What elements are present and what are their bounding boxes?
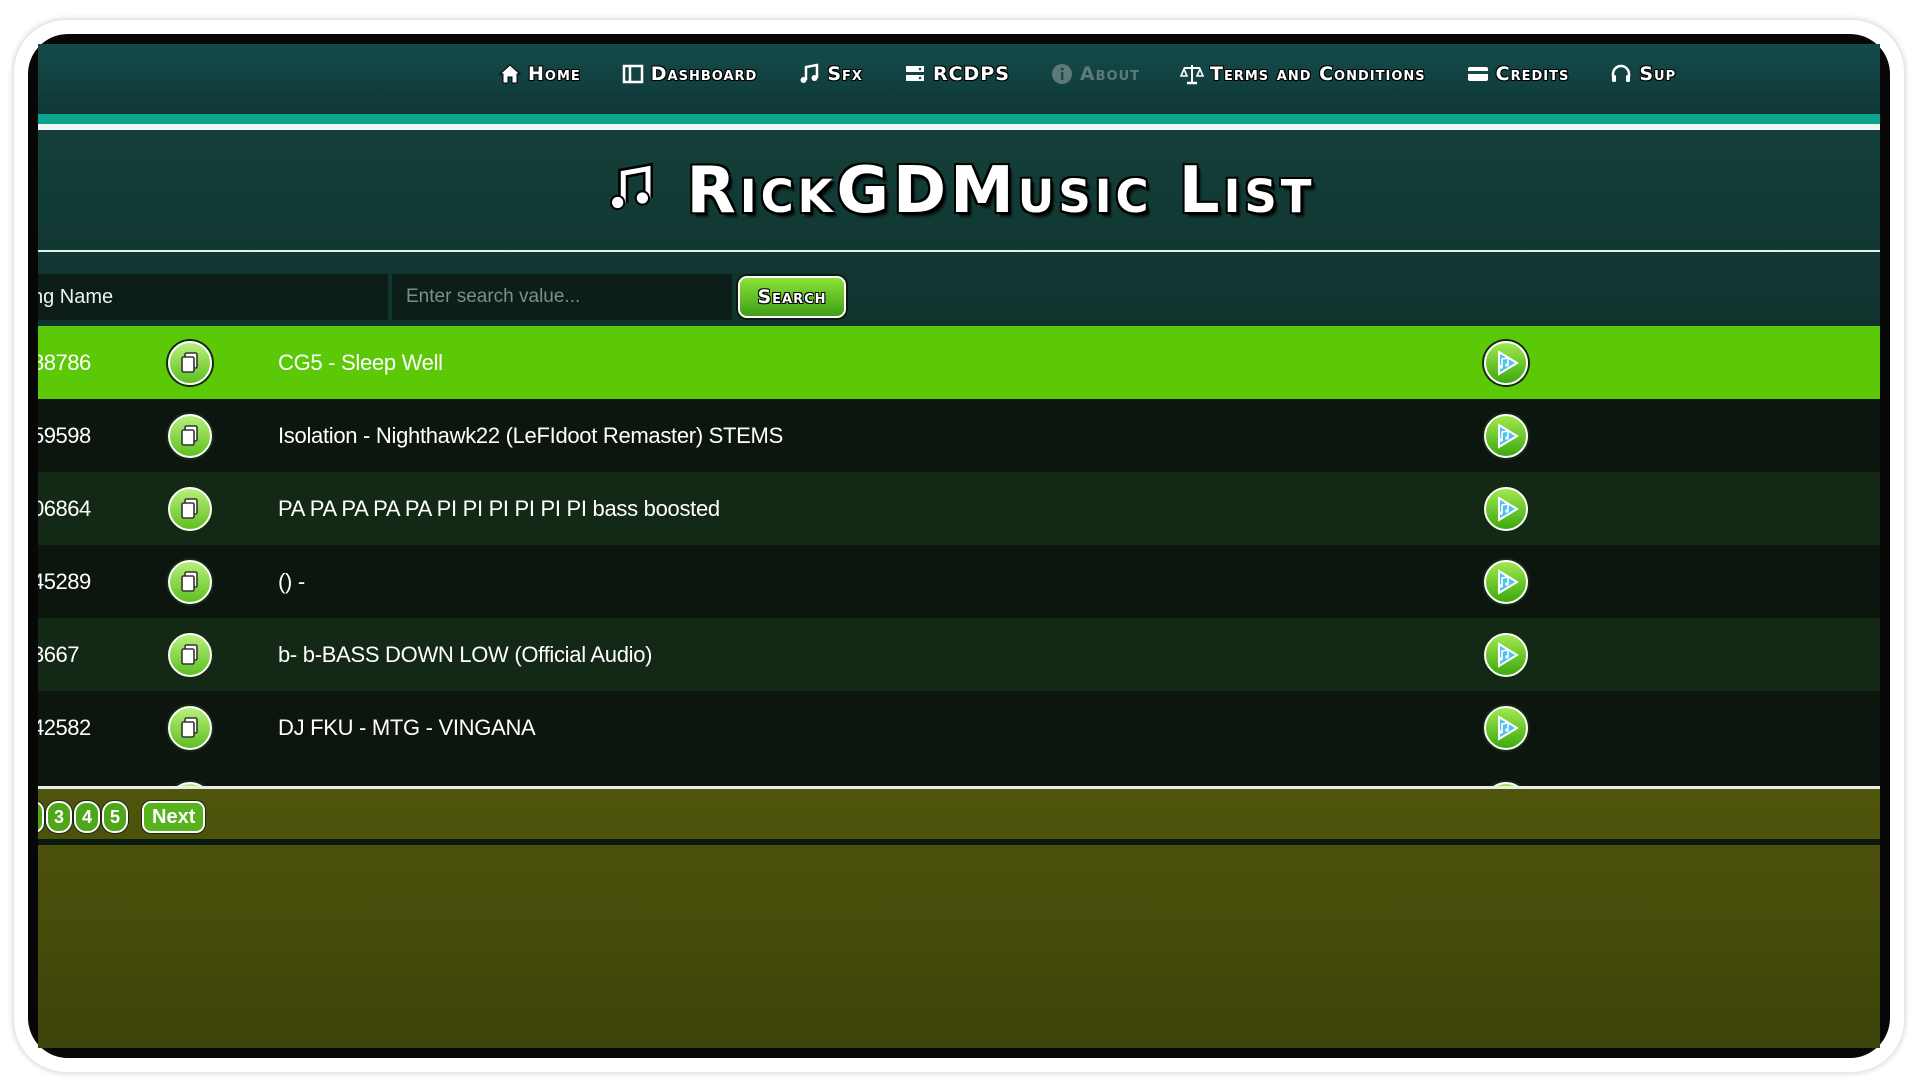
song-name: DJ FKU - MTG - VINGANA: [278, 714, 536, 740]
music-note-icon: [800, 63, 819, 83]
nav-about-label: About: [1079, 63, 1140, 85]
song-id: 59598: [38, 422, 91, 448]
table-row[interactable]: 42582 DJ FKU - MTG - VINGANA: [38, 691, 1880, 764]
nav-support-label: Sup: [1639, 63, 1677, 85]
footer-edge: [38, 839, 1880, 845]
copy-button[interactable]: [168, 559, 212, 604]
song-name: CG5 - Sleep Well: [278, 349, 443, 375]
nav-rcdps[interactable]: RCDPS: [903, 62, 1010, 86]
info-icon: [1051, 64, 1072, 84]
pagination-bar: 3 4 5 Next: [38, 789, 1880, 1048]
search-input[interactable]: [392, 274, 732, 320]
nav-terms-label: Terms and Conditions: [1210, 63, 1426, 85]
page-header: RickGDMusic List: [38, 130, 1880, 250]
play-music-icon: [1498, 641, 1519, 668]
table-row[interactable]: 3667 b- b-BASS DOWN LOW (Official Audio): [38, 618, 1880, 691]
page-button-clipped[interactable]: [38, 801, 44, 833]
play-music-icon: [1498, 714, 1519, 741]
nav-credits-label: Credits: [1495, 63, 1570, 85]
play-music-icon: [1498, 495, 1519, 522]
nav-items: Home Dashboard Sfx RCDPS About Terms and…: [498, 62, 1676, 86]
copy-icon: [181, 351, 198, 373]
nav-rcdps-label: RCDPS: [932, 63, 1010, 85]
search-field-label: ng Name: [38, 285, 114, 308]
song-name: b- b-BASS DOWN LOW (Official Audio): [278, 641, 653, 667]
home-icon: [498, 64, 522, 84]
play-button[interactable]: [1484, 413, 1528, 458]
song-id: 3667: [38, 641, 79, 667]
song-id: 45289: [38, 568, 91, 594]
title-wrap: RickGDMusic List: [38, 154, 1880, 228]
play-music-icon: [1498, 568, 1519, 595]
nav-terms[interactable]: Terms and Conditions: [1180, 62, 1426, 86]
table-row[interactable]: 88786 CG5 - Sleep Well: [38, 326, 1880, 399]
search-button[interactable]: Search: [738, 276, 846, 318]
copy-button[interactable]: [168, 413, 212, 458]
copy-icon: [181, 643, 198, 665]
page-button-5[interactable]: 5: [102, 801, 128, 833]
nav-accent-bar: [38, 114, 1880, 124]
table-row[interactable]: 45289 () -: [38, 545, 1880, 618]
server-icon: [905, 66, 924, 81]
pagination: 3 4 5 Next: [38, 801, 206, 833]
copy-button[interactable]: [168, 705, 212, 750]
copy-button[interactable]: [168, 340, 212, 385]
copy-icon: [181, 570, 198, 592]
nav-sfx[interactable]: Sfx: [797, 62, 863, 86]
nav-home-label: Home: [528, 63, 581, 85]
play-button[interactable]: [1484, 559, 1528, 604]
page-button-3[interactable]: 3: [46, 801, 72, 833]
song-name: PA PA PA PA PA PI PI PI PI PI PI bass bo…: [278, 495, 720, 521]
play-button[interactable]: [1484, 486, 1528, 531]
nav-credits[interactable]: Credits: [1466, 62, 1570, 86]
dashboard-icon: [622, 64, 644, 84]
song-name: () -: [278, 568, 305, 594]
song-id: 88786: [38, 349, 91, 375]
copy-icon: [181, 497, 198, 519]
nav-support[interactable]: Sup: [1609, 62, 1676, 86]
play-button[interactable]: [1484, 340, 1528, 385]
song-id: 06864: [38, 495, 91, 521]
top-nav: Home Dashboard Sfx RCDPS About Terms and…: [38, 44, 1880, 120]
copy-button[interactable]: [168, 486, 212, 531]
search-field-select[interactable]: ng Name: [38, 274, 388, 320]
copy-icon: [181, 716, 198, 738]
scale-icon: [1180, 65, 1204, 85]
play-button[interactable]: [1484, 705, 1528, 750]
play-music-icon: [1498, 422, 1519, 449]
table-row[interactable]: 06864 PA PA PA PA PA PI PI PI PI PI PI b…: [38, 472, 1880, 545]
nav-about[interactable]: About: [1050, 62, 1140, 86]
music-note-icon: [603, 162, 657, 221]
nav-sfx-label: Sfx: [827, 63, 863, 85]
page-title: RickGDMusic List: [686, 154, 1316, 228]
play-button[interactable]: [1484, 632, 1528, 677]
page-button-4[interactable]: 4: [74, 801, 100, 833]
headset-icon: [1612, 64, 1631, 82]
card-icon: [1467, 67, 1488, 81]
play-music-icon: [1498, 349, 1519, 376]
screen: Home Dashboard Sfx RCDPS About Terms and…: [38, 44, 1880, 1048]
next-page-button[interactable]: Next: [142, 801, 206, 833]
nav-dashboard-label: Dashboard: [650, 63, 758, 85]
song-id: 42582: [38, 714, 91, 740]
song-table: 88786 CG5 - Sleep Well 59598 Isolation -…: [38, 326, 1880, 790]
search-bar: ng Name Search: [38, 272, 846, 322]
copy-button[interactable]: [168, 632, 212, 677]
table-row[interactable]: 59598 Isolation - Nighthawk22 (LeFIdoot …: [38, 399, 1880, 472]
header-divider: [38, 250, 1880, 252]
nav-home[interactable]: Home: [498, 62, 581, 86]
copy-icon: [181, 424, 198, 446]
nav-dashboard[interactable]: Dashboard: [621, 62, 758, 86]
song-name: Isolation - Nighthawk22 (LeFIdoot Remast…: [278, 422, 783, 448]
